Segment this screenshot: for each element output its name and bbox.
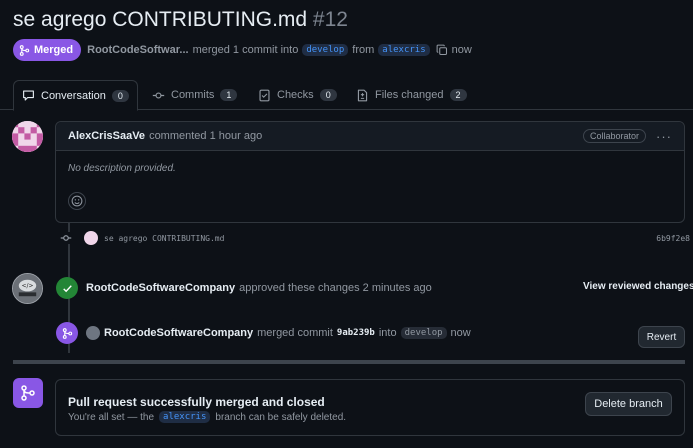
pr-title-text: se agrego CONTRIBUTING.md — [13, 8, 308, 31]
head-branch-label[interactable]: alexcris — [378, 44, 430, 56]
commit-sha-link[interactable]: 6b9f2e8 — [656, 234, 690, 243]
commit-message-link[interactable]: se agrego CONTRIBUTING.md — [104, 234, 224, 243]
merge-action-text: merged commit — [257, 327, 333, 339]
commit-row: se agrego CONTRIBUTING.md 6b9f2e8 — [60, 230, 690, 246]
merge-commit-sha-link[interactable]: 9ab239b — [337, 328, 375, 338]
timeline-divider — [13, 360, 685, 364]
git-merge-icon — [19, 44, 30, 56]
into-text: into — [378, 327, 397, 339]
from-text: from — [352, 44, 375, 56]
svg-text:</>: </> — [22, 284, 34, 290]
pr-title: se agrego CONTRIBUTING.md #12 — [13, 6, 348, 34]
comment-box: AlexCrisSaaVe commented 1 hour ago Colla… — [55, 121, 685, 223]
tab-files-changed[interactable]: Files changed 2 — [348, 80, 475, 110]
merged-sub-prefix: You're all set — the — [68, 411, 155, 423]
tab-conversation[interactable]: Conversation 0 — [13, 80, 138, 111]
merge-branch-label[interactable]: develop — [400, 327, 447, 339]
pr-number: #12 — [312, 8, 348, 31]
merged-status-subtitle: You're all set — the alexcris branch can… — [68, 411, 346, 423]
review-event: RootCodeSoftwareCompany approved these c… — [56, 276, 432, 300]
file-diff-icon — [357, 89, 368, 101]
base-branch-label[interactable]: develop — [302, 44, 349, 56]
tab-label: Checks — [277, 89, 314, 101]
merged-status-title: Pull request successfully merged and clo… — [68, 395, 325, 409]
commit-icon — [152, 91, 165, 99]
reviewer-link[interactable]: RootCodeSoftwareCompany — [86, 282, 235, 294]
merged-state-label: Merged — [34, 44, 74, 56]
tab-count: 1 — [220, 89, 238, 101]
commit-icon — [60, 232, 72, 244]
conversation-icon — [23, 90, 34, 101]
merger-link[interactable]: RootCodeSoftwareCompany — [104, 327, 253, 339]
revert-button[interactable]: Revert — [638, 326, 685, 348]
merged-status-box: Pull request successfully merged and clo… — [55, 379, 685, 436]
tab-label: Files changed — [375, 89, 444, 101]
pr-merged-time: now — [451, 44, 472, 56]
review-action-text: approved these changes 2 minutes ago — [239, 282, 432, 294]
view-reviewed-changes-link[interactable]: View reviewed changes — [583, 281, 693, 292]
merged-text: merged 1 commit into — [192, 44, 299, 56]
merged-state-badge: Merged — [13, 39, 82, 61]
avatar[interactable] — [12, 121, 43, 152]
git-merge-icon — [13, 378, 43, 408]
head-branch-label[interactable]: alexcris — [159, 411, 211, 423]
kebab-menu-icon[interactable]: ··· — [656, 129, 672, 144]
tab-count: 0 — [319, 89, 337, 101]
merged-sub-suffix: branch can be safely deleted. — [215, 411, 347, 423]
tab-commits[interactable]: Commits 1 — [144, 80, 245, 110]
pr-tabs: Conversation 0 Commits 1 Checks 0 Files … — [0, 80, 693, 111]
comment-author-link[interactable]: AlexCrisSaaVe — [68, 130, 145, 142]
check-icon — [56, 277, 78, 299]
collaborator-badge: Collaborator — [582, 129, 646, 143]
copy-icon[interactable] — [436, 44, 448, 56]
pr-meta: Merged RootCodeSoftwar... merged 1 commi… — [13, 38, 472, 62]
delete-branch-button[interactable]: Delete branch — [585, 392, 672, 416]
add-reaction-button[interactable] — [68, 192, 86, 210]
merge-event: RootCodeSoftwareCompany merged commit 9a… — [56, 321, 471, 345]
avatar[interactable] — [84, 231, 98, 245]
tab-checks[interactable]: Checks 0 — [250, 80, 345, 110]
smiley-icon — [71, 195, 83, 207]
git-merge-icon — [56, 322, 78, 344]
tab-count: 2 — [449, 89, 467, 101]
comment-timestamp[interactable]: commented 1 hour ago — [149, 130, 262, 142]
tab-count: 0 — [111, 89, 129, 102]
pr-author-link[interactable]: RootCodeSoftwar... — [87, 44, 188, 56]
tab-label: Commits — [171, 89, 215, 101]
avatar[interactable]: </> — [12, 273, 43, 304]
tab-label: Conversation — [41, 89, 106, 102]
checks-icon — [259, 89, 270, 101]
merge-time: now — [450, 327, 471, 339]
comment-body: No description provided. — [68, 163, 176, 174]
comment-header: AlexCrisSaaVe commented 1 hour ago Colla… — [56, 122, 684, 151]
avatar[interactable] — [86, 326, 100, 340]
